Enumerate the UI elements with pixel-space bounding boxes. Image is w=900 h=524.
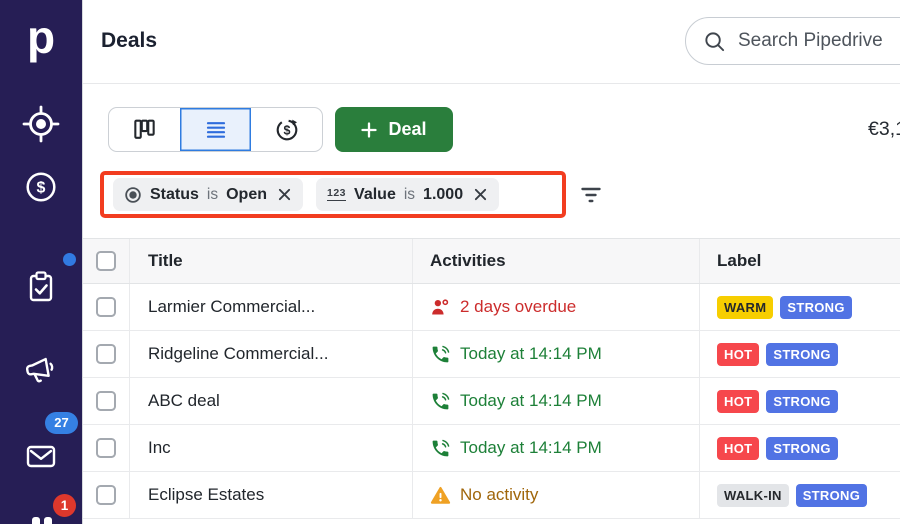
radio-icon [124,186,142,204]
notification-badge-red: 1 [53,494,76,517]
label-chip-strong: STRONG [780,295,852,319]
activity-text: Today at 14:14 PM [460,438,602,457]
row-checkbox[interactable] [96,391,116,411]
label-chip-strong: STRONG [766,436,838,460]
add-deal-button[interactable]: Deal [335,107,453,152]
page-title: Deals [101,29,158,52]
row-checkbox[interactable] [96,297,116,317]
table-body: Larmier Commercial... 2 days overdue WAR… [83,284,900,519]
column-header-activities[interactable]: Activities [413,239,700,283]
filter-operator: is [403,185,416,203]
content-area: Deals Search Pipedrive $ Deal €3, Status… [82,0,900,524]
numeric-123-icon: 123 [327,187,347,201]
label-chip-hot: HOT [717,436,760,460]
activity-text: 2 days overdue [460,297,577,316]
label-chip-strong: STRONG [766,389,838,413]
list-view-icon [206,121,225,138]
activity-text: Today at 14:14 PM [460,344,602,363]
label-cell: HOT STRONG [700,378,900,424]
forecast-view-button[interactable]: $ [251,108,322,151]
filter-operator: is [206,185,219,203]
dollar-circle-icon: $ [26,172,56,202]
activity-text: Today at 14:14 PM [460,391,602,410]
partial-bottom-icon [32,517,40,524]
svg-text:$: $ [37,180,46,197]
clipboard-check-icon [29,271,53,302]
table-row[interactable]: Larmier Commercial... 2 days overdue WAR… [83,284,900,331]
page-header: Deals Search Pipedrive [83,0,900,84]
mail-badge: 27 [45,412,78,434]
pipedrive-logo[interactable]: p [0,8,82,66]
table-row[interactable]: Ridgeline Commercial... Today at 14:14 P… [83,331,900,378]
deals-table: Title Activities Label Larmier Commercia… [83,238,900,519]
megaphone-icon [25,357,54,383]
pipedrive-deals-screen: p $ 27 1 Deals Search Pipedrive $ Deal €… [0,0,900,524]
column-header-title[interactable]: Title [130,239,413,283]
filter-field: Value [354,185,396,203]
label-cell: HOT STRONG [700,331,900,377]
phone-call-icon [430,391,451,412]
filter-field: Status [150,185,199,203]
label-cell: HOT STRONG [700,425,900,471]
list-view-button[interactable] [180,108,251,151]
forecast-view-icon: $ [276,119,297,140]
target-icon [22,105,60,143]
pipeline-view-button[interactable] [109,108,180,151]
table-row[interactable]: Eclipse Estates No activity WALK-IN STRON… [83,472,900,519]
sidebar-item-campaigns[interactable] [22,351,60,394]
column-header-label[interactable]: Label [700,239,900,283]
search-placeholder: Search Pipedrive [738,30,883,51]
phone-call-icon [430,438,451,459]
filter-button[interactable] [580,184,602,206]
deals-summary-value: €3,1 [868,118,900,140]
deal-title[interactable]: Larmier Commercial... [148,297,315,317]
warning-triangle-icon [430,485,451,506]
row-checkbox[interactable] [96,438,116,458]
deal-title[interactable]: ABC deal [148,391,220,411]
search-input[interactable]: Search Pipedrive [685,17,900,65]
envelope-icon [26,445,56,468]
pipeline-view-icon [134,119,155,139]
filter-chip[interactable]: 123 Value is 1.000 [316,178,500,211]
select-all-checkbox[interactable] [96,251,116,271]
plus-icon [361,121,378,138]
table-row[interactable]: Inc Today at 14:14 PM HOT STRONG [83,425,900,472]
phone-call-icon [430,344,451,365]
label-chip-strong: STRONG [766,342,838,366]
partial-bottom-icon [44,517,52,524]
activity-text: No activity [460,485,539,504]
deal-title[interactable]: Eclipse Estates [148,485,264,505]
label-chip-hot: HOT [717,389,760,413]
table-row[interactable]: ABC deal Today at 14:14 PM HOT STRONG [83,378,900,425]
sidebar-item-mail[interactable] [24,439,58,478]
row-checkbox[interactable] [96,344,116,364]
label-chip-warm: WARM [717,295,774,319]
deal-title[interactable]: Inc [148,438,171,458]
label-cell: WALK-IN STRONG [700,472,900,518]
search-icon [705,31,725,51]
notification-dot [63,253,76,266]
label-chip-strong: STRONG [795,483,868,507]
svg-text:$: $ [283,123,290,137]
sidebar-item-activities[interactable] [23,269,59,310]
deal-title[interactable]: Ridgeline Commercial... [148,344,328,364]
sidebar: p $ 27 1 [0,0,82,524]
filter-value: Open [226,185,267,203]
funnel-filter-icon [581,187,601,203]
label-chip-walkin: WALK-IN [717,483,789,507]
filter-value: 1.000 [423,185,464,203]
view-toggle: $ [108,107,323,152]
sidebar-item-deals[interactable]: $ [23,169,59,210]
filter-annotation-box: Status is Open 123 Value is 1.000 [100,171,566,218]
label-chip-hot: HOT [717,342,760,366]
person-overdue-icon [430,297,451,318]
row-checkbox[interactable] [96,485,116,505]
remove-filter-icon[interactable] [473,187,488,202]
filter-chip[interactable]: Status is Open [113,178,303,211]
label-cell: WARM STRONG [700,284,900,330]
sidebar-item-leads[interactable] [21,104,61,149]
add-deal-label: Deal [388,119,427,139]
remove-filter-icon[interactable] [277,187,292,202]
table-header-row: Title Activities Label [83,239,900,284]
